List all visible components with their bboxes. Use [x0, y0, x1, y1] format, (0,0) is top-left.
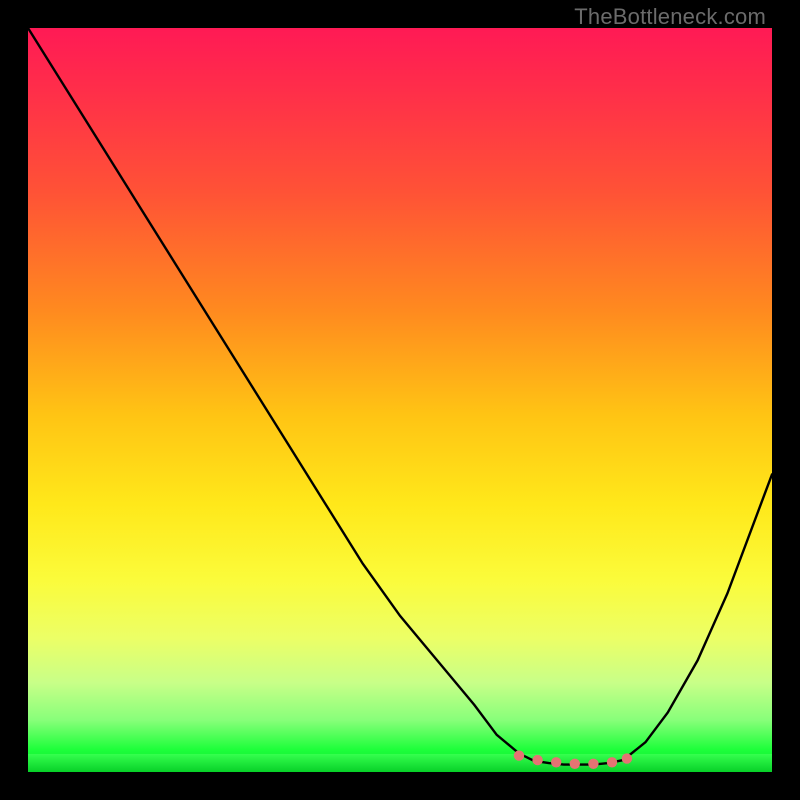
- plot-area: [28, 28, 772, 772]
- watermark-text: TheBottleneck.com: [574, 4, 766, 30]
- optimal-marker: [622, 753, 632, 763]
- bottleneck-curve: [28, 28, 772, 765]
- optimal-marker: [607, 757, 617, 767]
- optimal-marker: [588, 759, 598, 769]
- optimal-marker: [551, 757, 561, 767]
- optimal-marker: [570, 759, 580, 769]
- chart-frame: TheBottleneck.com: [0, 0, 800, 800]
- optimal-marker: [532, 755, 542, 765]
- optimal-marker: [514, 750, 524, 760]
- bottleneck-curve-svg: [28, 28, 772, 772]
